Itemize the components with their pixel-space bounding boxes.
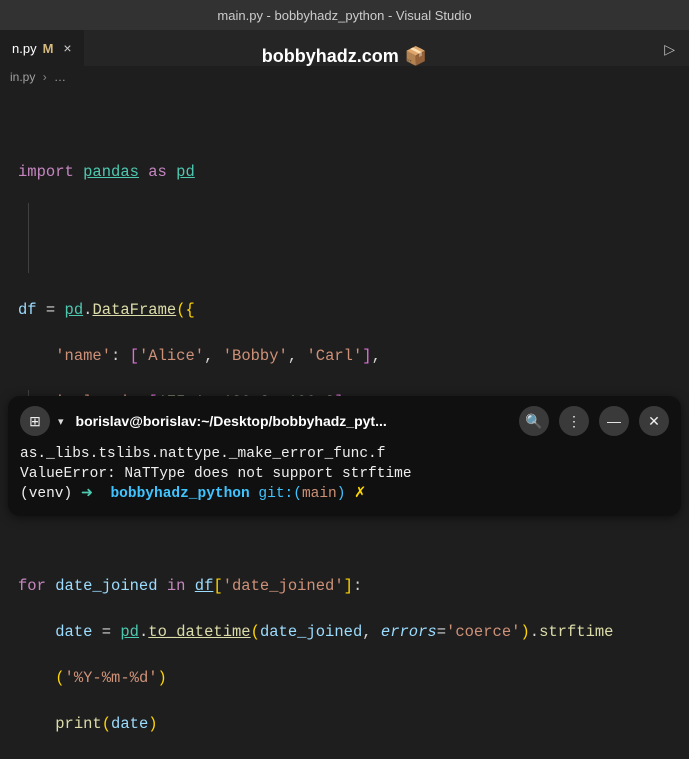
new-tab-icon: ⊞	[29, 413, 41, 430]
code-line	[18, 253, 689, 276]
minimize-icon: —	[607, 413, 621, 429]
prompt-git-close: )	[337, 486, 346, 502]
window-title: main.py - bobbyhadz_python - Visual Stud…	[217, 8, 471, 23]
prompt-venv: (venv)	[20, 486, 72, 502]
code-line: print(date)	[18, 713, 689, 736]
chevron-down-icon[interactable]: ▾	[58, 415, 64, 428]
prompt-branch: main	[302, 486, 337, 502]
terminal-menu-button[interactable]: ⋮	[559, 406, 589, 436]
code-line: 'name': ['Alice', 'Bobby', 'Carl'],	[18, 345, 689, 368]
code-line: ('%Y-%m-%d')	[18, 667, 689, 690]
code-line	[18, 529, 689, 552]
editor-tab-main[interactable]: n.py M ×	[0, 30, 84, 66]
play-icon: ▷	[664, 43, 675, 59]
terminal-panel: ⊞ ▾ borislav@borislav:~/Desktop/bobbyhad…	[8, 396, 681, 516]
terminal-line: as._libs.tslibs.nattype._make_error_func…	[20, 446, 385, 462]
code-line: df = pd.DataFrame({	[18, 299, 689, 322]
terminal-output[interactable]: as._libs.tslibs.nattype._make_error_func…	[20, 444, 669, 504]
code-line: for date_joined in df['date_joined']:	[18, 575, 689, 598]
dirty-icon: ✗	[354, 486, 366, 502]
code-line	[18, 207, 689, 230]
terminal-line: ValueError: NaTType does not support str…	[20, 466, 412, 482]
close-icon: ✕	[648, 413, 660, 430]
new-tab-button[interactable]: ⊞	[20, 406, 50, 436]
terminal-search-button[interactable]: 🔍	[519, 406, 549, 436]
window-titlebar: main.py - bobbyhadz_python - Visual Stud…	[0, 0, 689, 30]
tab-bar: n.py M ×	[0, 30, 689, 66]
code-line: date = pd.to_datetime(date_joined, error…	[18, 621, 689, 644]
prompt-arrow-icon: ➜	[81, 486, 93, 502]
run-button[interactable]: ▷	[664, 42, 675, 59]
breadcrumb[interactable]: in.py › …	[0, 66, 689, 88]
close-icon[interactable]: ×	[59, 40, 75, 56]
search-icon: 🔍	[525, 413, 542, 430]
breadcrumb-file: in.py	[10, 70, 35, 84]
terminal-toolbar: ⊞ ▾ borislav@borislav:~/Desktop/bobbyhad…	[20, 406, 669, 436]
chevron-right-icon: ›	[43, 70, 47, 84]
terminal-close-button[interactable]: ✕	[639, 406, 669, 436]
tab-filename: n.py	[12, 41, 37, 56]
code-line: import pandas as pd	[18, 161, 689, 184]
menu-icon: ⋮	[567, 413, 581, 430]
prompt-path: bobbyhadz_python	[110, 486, 249, 502]
indent-guide	[28, 203, 29, 273]
breadcrumb-more: …	[54, 70, 66, 84]
terminal-title: borislav@borislav:~/Desktop/bobbyhadz_py…	[76, 413, 511, 429]
tab-modified-indicator: M	[43, 41, 54, 56]
prompt-git: git:(	[258, 486, 302, 502]
terminal-minimize-button[interactable]: —	[599, 406, 629, 436]
